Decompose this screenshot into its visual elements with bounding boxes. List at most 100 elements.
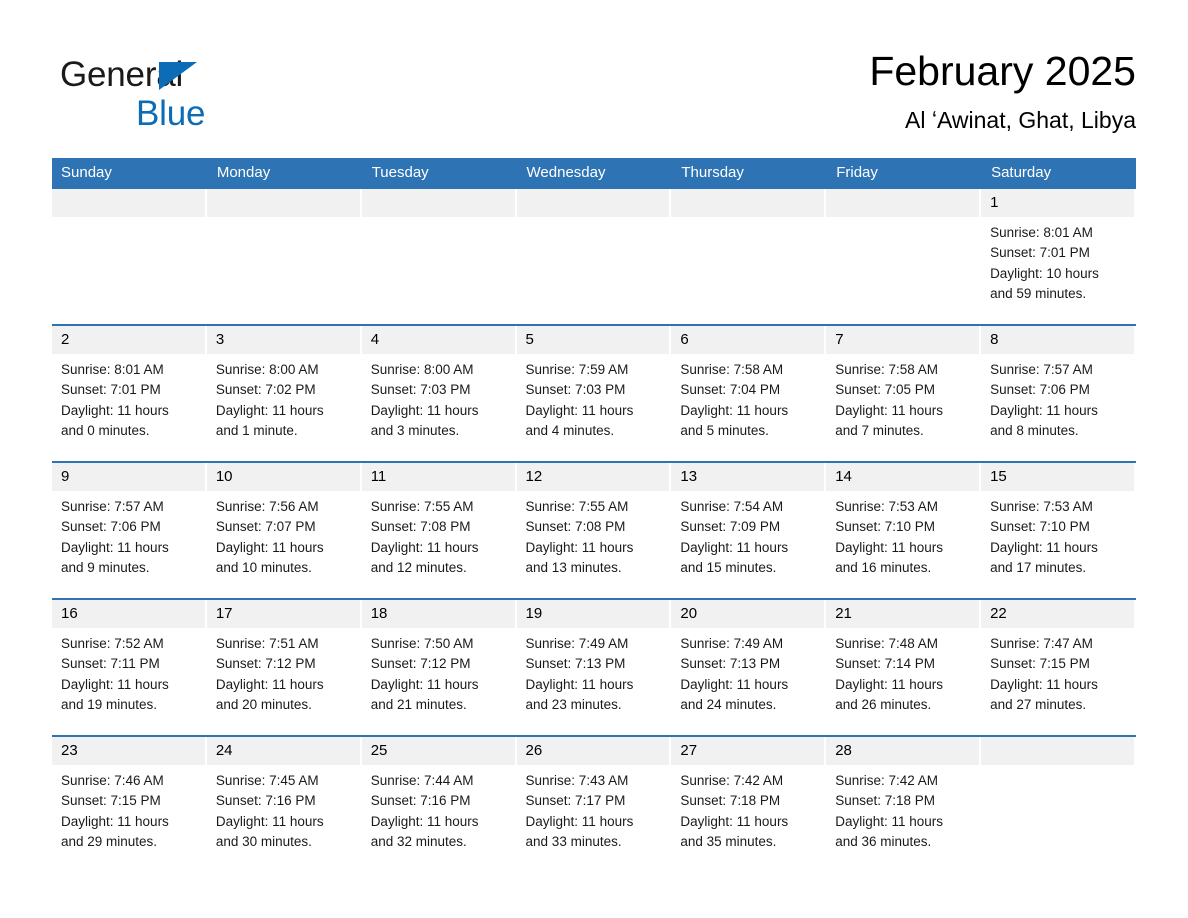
calendar-day-cell[interactable]: 3 Sunrise: 8:00 AM Sunset: 7:02 PM Daylight… <box>206 324 362 462</box>
calendar-day-cell[interactable]: 6 Sunrise: 7:58 AM Sunset: 7:04 PM Daylight… <box>671 324 827 462</box>
daylight-text-line1: Daylight: 11 hours <box>525 539 634 555</box>
calendar-day-cell[interactable]: 17 Sunrise: 7:51 AM Sunset: 7:12 PM Dayligh… <box>206 598 362 736</box>
daylight-text-line1: Daylight: 11 hours <box>370 813 479 829</box>
day-number: 17 <box>206 600 360 628</box>
daylight-text-line1: Daylight: 11 hours <box>61 676 169 692</box>
calendar-day-cell[interactable]: 26 Sunrise: 7:43 AM Sunset: 7:17 PM Dayligh… <box>516 735 672 872</box>
sunset-text: Sunset: 7:14 PM <box>835 656 936 672</box>
calendar-page: General Blue February 2025 Al ʻAwinat, G… <box>0 0 1188 918</box>
calendar-week-row: 2 Sunrise: 8:01 AM Sunset: 7:01 PM Daylight… <box>52 324 1136 462</box>
calendar-day-cell[interactable]: 11 Sunrise: 7:55 AM Sunset: 7:08 PM Dayligh… <box>361 461 517 599</box>
day-details: Sunrise: 7:53 AM Sunset: 7:10 PM Daylight:… <box>826 491 979 579</box>
calendar-day-cell[interactable]: 1 Sunrise: 8:01 AM Sunset: 7:01 PM Daylight… <box>981 187 1136 325</box>
sunrise-text: Sunrise: 7:54 AM <box>680 499 784 514</box>
calendar-day-cell[interactable]: 21 Sunrise: 7:48 AM Sunset: 7:14 PM Dayligh… <box>826 598 982 736</box>
sunrise-text: Sunrise: 8:00 AM <box>215 362 319 377</box>
day-number: 10 <box>206 463 360 491</box>
daylight-text-line2: and 32 minutes. <box>370 834 467 850</box>
sunset-text: Sunset: 7:10 PM <box>990 519 1090 535</box>
calendar-day-cell[interactable]: 15 Sunrise: 7:53 AM Sunset: 7:10 PM Dayligh… <box>981 461 1136 599</box>
calendar-day-cell[interactable]: 18 Sunrise: 7:50 AM Sunset: 7:12 PM Dayligh… <box>361 598 517 736</box>
day-number: 7 <box>826 326 980 354</box>
day-number: 28 <box>826 737 980 765</box>
day-number: 3 <box>206 326 360 354</box>
day-number: 21 <box>826 600 980 628</box>
day-cell-inner: 2 Sunrise: 8:01 AM Sunset: 7:01 PM Daylight… <box>52 326 205 461</box>
daylight-text-line2: and 12 minutes. <box>370 560 467 576</box>
calendar-week-row: 1 Sunrise: 8:01 AM Sunset: 7:01 PM Daylight… <box>52 187 1136 325</box>
calendar-day-cell[interactable]: 9 Sunrise: 7:57 AM Sunset: 7:06 PM Daylight… <box>52 461 207 599</box>
day-details: Sunrise: 7:58 AM Sunset: 7:04 PM Daylight:… <box>671 354 824 442</box>
daylight-text-line1: Daylight: 11 hours <box>525 402 634 418</box>
day-number: 4 <box>361 326 515 354</box>
sunset-text: Sunset: 7:12 PM <box>370 656 471 672</box>
weekday-header-friday: Friday <box>826 158 983 188</box>
day-details: Sunrise: 7:43 AM Sunset: 7:17 PM Daylight:… <box>517 765 670 853</box>
calendar-day-cell[interactable]: 5 Sunrise: 7:59 AM Sunset: 7:03 PM Daylight… <box>516 324 672 462</box>
calendar-day-cell-empty <box>826 187 982 325</box>
daylight-text-line1: Daylight: 11 hours <box>990 676 1098 692</box>
calendar-day-cell[interactable]: 14 Sunrise: 7:53 AM Sunset: 7:10 PM Dayligh… <box>826 461 982 599</box>
day-cell-inner: 1 Sunrise: 8:01 AM Sunset: 7:01 PM Daylight… <box>981 189 1134 324</box>
day-number <box>516 189 670 217</box>
daylight-text-line2: and 36 minutes. <box>835 834 932 850</box>
calendar-day-cell[interactable]: 2 Sunrise: 8:01 AM Sunset: 7:01 PM Daylight… <box>52 324 207 462</box>
calendar-day-cell[interactable]: 22 Sunrise: 7:47 AM Sunset: 7:15 PM Dayligh… <box>981 598 1136 736</box>
daylight-text-line2: and 1 minute. <box>215 423 298 439</box>
calendar-day-cell[interactable]: 7 Sunrise: 7:58 AM Sunset: 7:05 PM Daylight… <box>826 324 982 462</box>
calendar-day-cell[interactable]: 12 Sunrise: 7:55 AM Sunset: 7:08 PM Dayligh… <box>516 461 672 599</box>
sunset-text: Sunset: 7:03 PM <box>525 382 626 398</box>
day-number: 8 <box>981 326 1134 354</box>
daylight-text-line2: and 24 minutes. <box>680 697 777 713</box>
daylight-text-line2: and 13 minutes. <box>525 560 622 576</box>
day-cell-inner: 24 Sunrise: 7:45 AM Sunset: 7:16 PM Dayligh… <box>206 737 360 872</box>
day-cell-inner: 9 Sunrise: 7:57 AM Sunset: 7:06 PM Daylight… <box>52 463 205 598</box>
daylight-text-line1: Daylight: 11 hours <box>61 813 169 829</box>
calendar-day-cell[interactable]: 16 Sunrise: 7:52 AM Sunset: 7:11 PM Dayligh… <box>52 598 207 736</box>
day-details: Sunrise: 7:49 AM Sunset: 7:13 PM Daylight:… <box>671 628 824 716</box>
calendar-day-cell[interactable]: 27 Sunrise: 7:42 AM Sunset: 7:18 PM Dayligh… <box>671 735 827 872</box>
calendar-day-cell[interactable]: 24 Sunrise: 7:45 AM Sunset: 7:16 PM Dayligh… <box>206 735 362 872</box>
page-header: General Blue February 2025 Al ʻAwinat, G… <box>52 44 1136 152</box>
calendar-day-cell[interactable]: 28 Sunrise: 7:42 AM Sunset: 7:18 PM Dayligh… <box>826 735 982 872</box>
sunrise-text: Sunrise: 7:58 AM <box>680 362 784 377</box>
daylight-text-line1: Daylight: 11 hours <box>680 539 789 555</box>
day-details: Sunrise: 7:48 AM Sunset: 7:14 PM Daylight:… <box>826 628 979 716</box>
calendar-day-cell[interactable]: 8 Sunrise: 7:57 AM Sunset: 7:06 PM Daylight… <box>981 324 1136 462</box>
calendar-day-cell[interactable]: 25 Sunrise: 7:44 AM Sunset: 7:16 PM Dayligh… <box>361 735 517 872</box>
day-cell-inner <box>671 189 825 324</box>
sunrise-text: Sunrise: 8:00 AM <box>370 362 474 377</box>
daylight-text-line1: Daylight: 11 hours <box>215 676 324 692</box>
sunrise-text: Sunrise: 7:49 AM <box>680 636 784 651</box>
day-number: 2 <box>52 326 205 354</box>
sunrise-text: Sunrise: 7:46 AM <box>61 773 164 788</box>
daylight-text-line2: and 26 minutes. <box>835 697 932 713</box>
daylight-text-line1: Daylight: 11 hours <box>525 676 634 692</box>
calendar-day-cell[interactable]: 20 Sunrise: 7:49 AM Sunset: 7:13 PM Dayligh… <box>671 598 827 736</box>
calendar-day-cell[interactable]: 19 Sunrise: 7:49 AM Sunset: 7:13 PM Dayligh… <box>516 598 672 736</box>
day-cell-inner: 16 Sunrise: 7:52 AM Sunset: 7:11 PM Dayligh… <box>52 600 205 735</box>
day-cell-inner <box>52 189 205 324</box>
calendar-day-cell[interactable]: 4 Sunrise: 8:00 AM Sunset: 7:03 PM Daylight… <box>361 324 517 462</box>
calendar-day-cell[interactable]: 13 Sunrise: 7:54 AM Sunset: 7:09 PM Dayligh… <box>671 461 827 599</box>
day-details: Sunrise: 7:59 AM Sunset: 7:03 PM Daylight:… <box>517 354 670 442</box>
weekday-header-wednesday: Wednesday <box>516 158 673 188</box>
daylight-text-line1: Daylight: 11 hours <box>370 676 479 692</box>
page-title: February 2025 <box>869 48 1136 94</box>
generalblue-logo[interactable]: General Blue <box>60 54 320 140</box>
day-details: Sunrise: 7:52 AM Sunset: 7:11 PM Daylight:… <box>52 628 205 716</box>
day-cell-inner: 15 Sunrise: 7:53 AM Sunset: 7:10 PM Dayligh… <box>981 463 1134 598</box>
sunrise-text: Sunrise: 7:51 AM <box>215 636 319 651</box>
calendar-day-cell[interactable]: 23 Sunrise: 7:46 AM Sunset: 7:15 PM Dayligh… <box>52 735 207 872</box>
weekday-header-saturday: Saturday <box>981 158 1136 188</box>
sunrise-text: Sunrise: 7:59 AM <box>525 362 629 377</box>
day-cell-inner: 8 Sunrise: 7:57 AM Sunset: 7:06 PM Daylight… <box>981 326 1134 461</box>
sunrise-text: Sunrise: 7:57 AM <box>990 362 1093 377</box>
day-cell-inner: 17 Sunrise: 7:51 AM Sunset: 7:12 PM Dayligh… <box>206 600 360 735</box>
daylight-text-line2: and 21 minutes. <box>370 697 467 713</box>
sunset-text: Sunset: 7:07 PM <box>215 519 316 535</box>
day-cell-inner: 6 Sunrise: 7:58 AM Sunset: 7:04 PM Daylight… <box>671 326 825 461</box>
title-block: February 2025 Al ʻAwinat, Ghat, Libya <box>869 44 1136 136</box>
calendar-day-cell[interactable]: 10 Sunrise: 7:56 AM Sunset: 7:07 PM Dayligh… <box>206 461 362 599</box>
sunset-text: Sunset: 7:10 PM <box>835 519 936 535</box>
